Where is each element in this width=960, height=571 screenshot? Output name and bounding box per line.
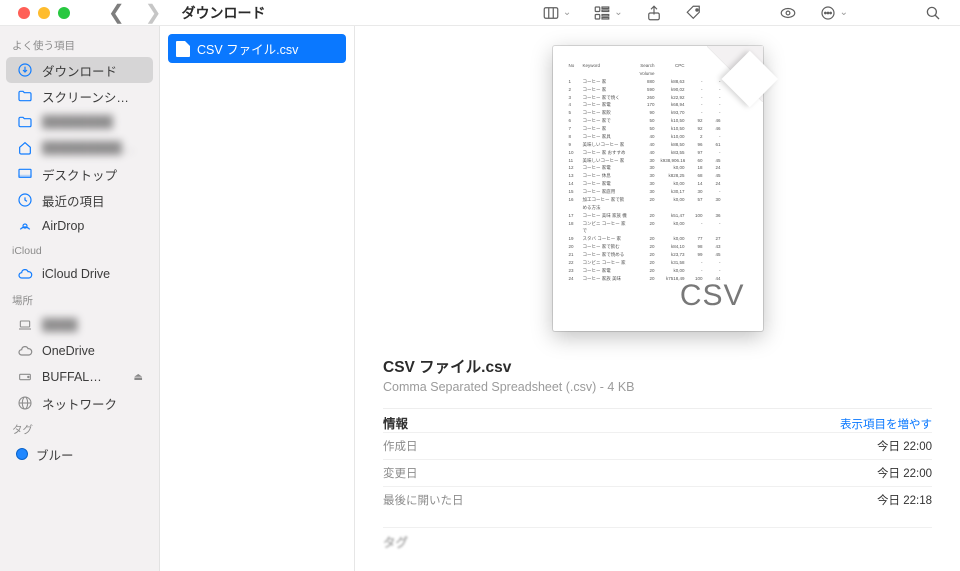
sidebar-tag-0[interactable]: ブルー — [6, 441, 153, 467]
clock-icon — [16, 191, 34, 209]
sidebar-item-label: iCloud Drive — [42, 267, 143, 281]
share-icon[interactable] — [645, 4, 663, 22]
sidebar-fav-0[interactable]: ダウンロード — [6, 57, 153, 83]
folder-icon — [16, 113, 34, 131]
sidebar-item-label: ████████ — [42, 115, 143, 129]
cloud-icon — [16, 342, 34, 360]
file-list: CSV ファイル.csv — [160, 26, 355, 571]
sidebar-fav-2[interactable]: ████████ — [6, 109, 153, 135]
sidebar-group-icloud: iCloud — [0, 239, 159, 261]
sidebar-item-label: デスクトップ — [42, 165, 143, 184]
sidebar-loc-0[interactable]: ████ — [6, 312, 153, 338]
download-icon — [16, 61, 34, 79]
meta-row-2: 最後に開いた日 今日 22:18 — [383, 486, 932, 513]
close-window[interactable] — [18, 7, 30, 19]
meta-key: 変更日 — [383, 465, 418, 481]
sidebar-fav-5[interactable]: 最近の項目 — [6, 187, 153, 213]
search-icon[interactable] — [924, 4, 942, 22]
airdrop-icon — [16, 217, 34, 235]
window-title: ダウンロード — [182, 3, 534, 23]
sidebar-fav-4[interactable]: デスクトップ — [6, 161, 153, 187]
group-icon[interactable]: ⌄ — [593, 4, 622, 22]
action-menu-icon[interactable]: ⌄ — [819, 4, 848, 22]
meta-value: 今日 22:18 — [877, 492, 932, 508]
meta-row-1: 変更日 今日 22:00 — [383, 459, 932, 486]
sidebar-item-label: BUFFAL… — [42, 370, 126, 384]
sidebar-item-label: スクリーンシ… — [42, 87, 143, 106]
sidebar-fav-1[interactable]: スクリーンシ… — [6, 83, 153, 109]
sidebar-group-favorites: よく使う項目 — [0, 32, 159, 57]
csv-badge: CSV — [680, 279, 745, 313]
quicklook-icon[interactable] — [779, 4, 797, 22]
tag-dot-icon — [16, 448, 28, 460]
preview-pane: NoKeywordSearch VolumeCPC1コーヒー 家880k88,6… — [355, 26, 960, 571]
file-item-selected[interactable]: CSV ファイル.csv — [168, 34, 346, 63]
sidebar-item-label: █████████████ — [42, 141, 143, 155]
tags-icon[interactable] — [685, 4, 703, 22]
disk-icon — [16, 368, 34, 386]
meta-key: 最後に開いた日 — [383, 492, 464, 508]
meta-value: 今日 22:00 — [877, 438, 932, 454]
sidebar-group-locations: 場所 — [0, 287, 159, 312]
desktop-icon — [16, 165, 34, 183]
window-controls — [18, 7, 70, 19]
sidebar-icloud-0[interactable]: iCloud Drive — [6, 261, 153, 287]
sidebar-item-label: ブルー — [36, 445, 143, 464]
titlebar: ❮ ❯ ダウンロード ⌄ ⌄ ⌄ — [0, 0, 960, 26]
sidebar-group-tags: タグ — [0, 416, 159, 441]
sidebar-item-label: AirDrop — [42, 219, 143, 233]
preview-filename: CSV ファイル.csv — [383, 355, 932, 377]
globe-icon — [16, 394, 34, 412]
tags-section-label: タグ — [383, 532, 408, 551]
sidebar-item-label: 最近の項目 — [42, 191, 143, 210]
info-section-label: 情報 — [383, 413, 408, 432]
sidebar: よく使う項目 ダウンロードスクリーンシ…████████████████████… — [0, 26, 160, 571]
sidebar-fav-6[interactable]: AirDrop — [6, 213, 153, 239]
eject-icon[interactable]: ⏏ — [134, 372, 143, 383]
sidebar-item-label: ████ — [42, 318, 143, 332]
sidebar-item-label: OneDrive — [42, 344, 143, 358]
minimize-window[interactable] — [38, 7, 50, 19]
sidebar-loc-2[interactable]: BUFFAL… ⏏ — [6, 364, 153, 390]
forward-button[interactable]: ❯ — [139, 0, 168, 25]
cloud-icon — [16, 265, 34, 283]
sidebar-loc-1[interactable]: OneDrive — [6, 338, 153, 364]
meta-key: 作成日 — [383, 438, 418, 454]
file-icon — [176, 41, 190, 57]
sidebar-item-label: ネットワーク — [42, 394, 143, 413]
sidebar-item-label: ダウンロード — [42, 61, 143, 80]
sidebar-loc-3[interactable]: ネットワーク — [6, 390, 153, 416]
show-more-link[interactable]: 表示項目を増やす — [840, 416, 932, 432]
meta-row-0: 作成日 今日 22:00 — [383, 432, 932, 459]
file-item-label: CSV ファイル.csv — [197, 39, 298, 58]
sidebar-fav-3[interactable]: █████████████ — [6, 135, 153, 161]
folder-icon — [16, 87, 34, 105]
meta-value: 今日 22:00 — [877, 465, 932, 481]
zoom-window[interactable] — [58, 7, 70, 19]
preview-thumbnail[interactable]: NoKeywordSearch VolumeCPC1コーヒー 家880k88,6… — [553, 46, 763, 331]
preview-subtitle: Comma Separated Spreadsheet (.csv) - 4 K… — [383, 380, 932, 394]
back-button[interactable]: ❮ — [102, 0, 131, 25]
laptop-icon — [16, 316, 34, 334]
home-icon — [16, 139, 34, 157]
view-columns-icon[interactable]: ⌄ — [542, 4, 571, 22]
